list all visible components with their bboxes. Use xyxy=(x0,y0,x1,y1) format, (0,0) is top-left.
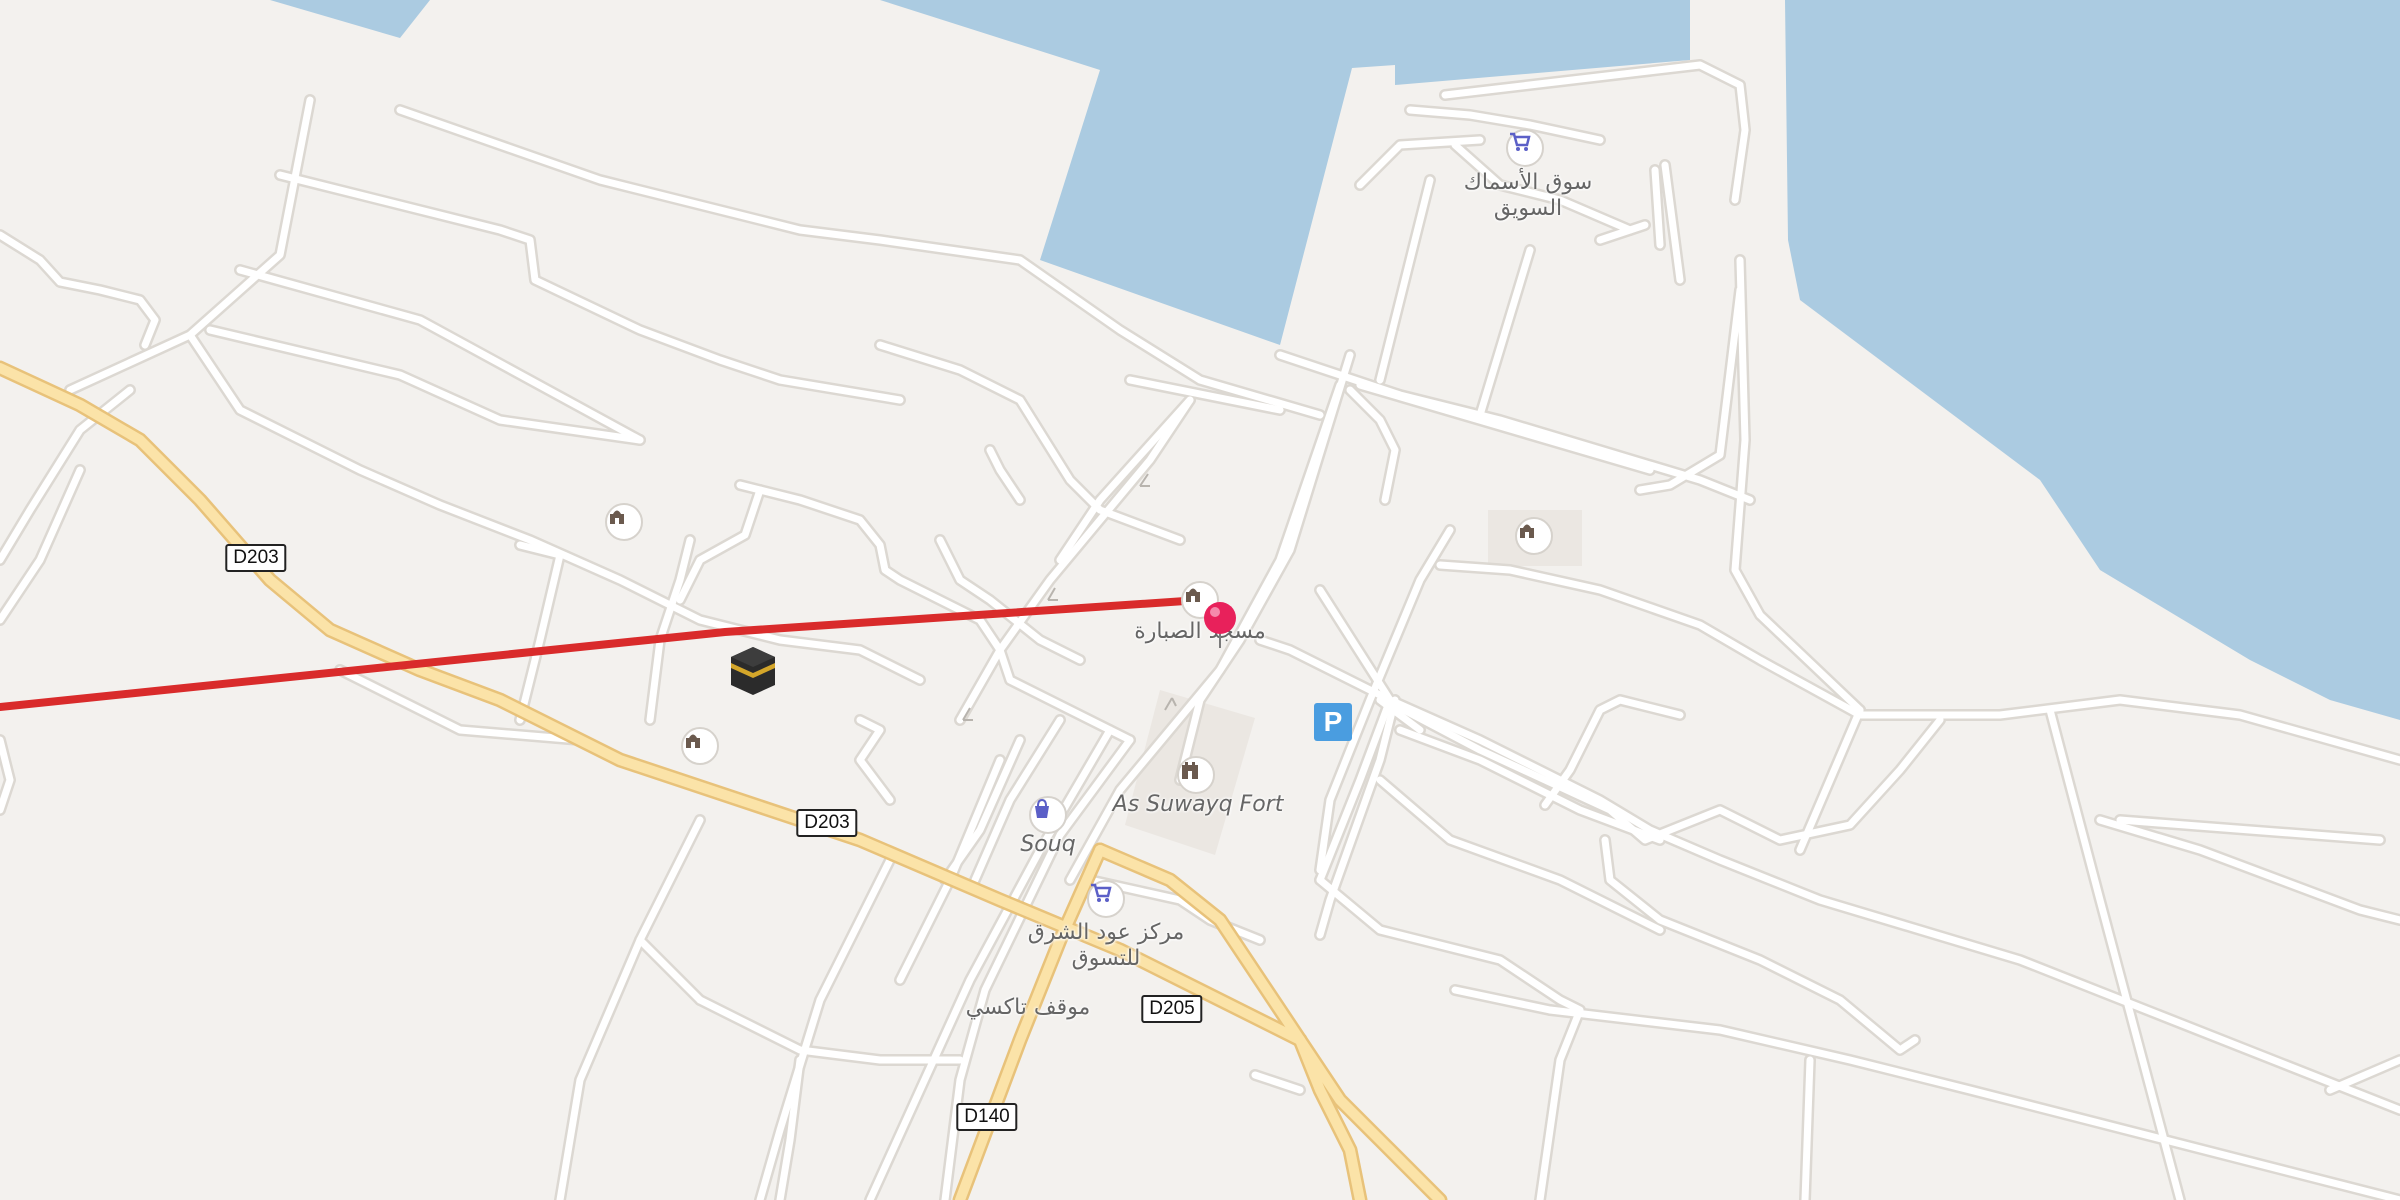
water-top-left xyxy=(270,0,430,38)
road-shield-d140: D140 xyxy=(956,1103,1018,1131)
shopping-center-label-line1: مركز عود الشرق xyxy=(1027,920,1185,945)
water-sea xyxy=(1785,0,2400,720)
fish-market-label[interactable]: سوق الأسماك السويق xyxy=(1464,170,1593,222)
road-shield-d205: D205 xyxy=(1141,995,1203,1023)
map-view[interactable]: D203 D203 D205 D140 سوق الأسماك السويق م… xyxy=(0,0,2400,1200)
fort-label[interactable]: As Suwayq Fort xyxy=(1113,792,1284,818)
shopping-center-label[interactable]: مركز عود الشرق للتسوق xyxy=(1028,920,1184,972)
road-shield-d203-center: D203 xyxy=(796,809,858,837)
mosque-icon[interactable] xyxy=(605,503,643,541)
road-shield-d203-west: D203 xyxy=(225,544,287,572)
shopping-bag-icon[interactable] xyxy=(1029,796,1067,834)
shopping-center-label-line2: للتسوق xyxy=(1071,946,1141,971)
parking-icon[interactable]: P xyxy=(1314,703,1352,741)
fish-market-label-line1: سوق الأسماك xyxy=(1463,170,1593,195)
mosque-icon[interactable] xyxy=(1515,517,1553,555)
fish-market-label-line2: السويق xyxy=(1493,196,1563,221)
castle-icon[interactable] xyxy=(1177,756,1215,794)
shopping-cart-icon[interactable] xyxy=(1506,129,1544,167)
shopping-cart-icon[interactable] xyxy=(1087,880,1125,918)
souq-label[interactable]: Souq xyxy=(1020,832,1075,858)
mosque-icon[interactable] xyxy=(681,727,719,765)
taxi-stand-label[interactable]: موقف تاكسي xyxy=(966,995,1091,1021)
